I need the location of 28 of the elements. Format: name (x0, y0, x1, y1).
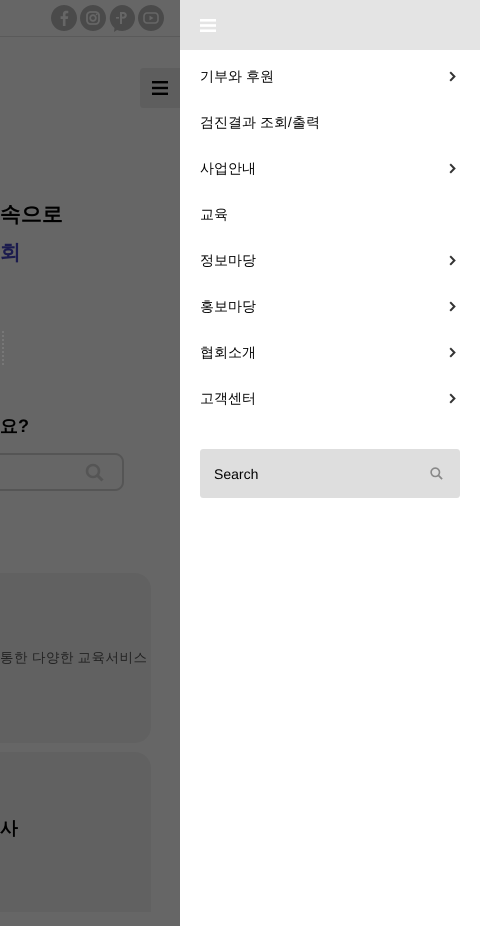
menu-item[interactable]: 홍보마당 (180, 283, 480, 329)
chevron-right-icon (449, 346, 456, 358)
chevron-right-icon (449, 300, 456, 312)
menu-item[interactable]: 교육 (180, 191, 480, 237)
card-text: 통한 다양한 교육서비스 (0, 648, 148, 667)
menu-item[interactable]: 협회소개 (180, 329, 480, 375)
search-field[interactable]: Search (200, 449, 460, 498)
menu-item[interactable]: 사업안내 (180, 145, 480, 191)
instagram-icon[interactable] (80, 5, 106, 31)
menu-icon[interactable] (200, 18, 216, 32)
menu-item[interactable]: 정보마당 (180, 237, 480, 283)
heading-text: 회 (0, 242, 21, 262)
heading-text: 속으로 (0, 204, 63, 224)
chevron-right-icon (449, 70, 456, 82)
card-title: 사 (0, 816, 18, 840)
menu-item[interactable]: 기부와 후원 (180, 53, 480, 99)
question-text: 요? (0, 417, 29, 435)
play-icon[interactable] (138, 5, 164, 31)
menu-button[interactable] (140, 68, 180, 108)
speech-bubble-icon[interactable] (109, 4, 135, 32)
menu-item[interactable]: 검진결과 조회/출력 (180, 99, 480, 145)
chevron-right-icon (449, 392, 456, 404)
chevron-right-icon (449, 162, 456, 174)
menu-item[interactable]: 고객센터 (180, 375, 480, 421)
facebook-icon[interactable] (51, 5, 77, 31)
menu-icon (152, 81, 168, 95)
chevron-right-icon (449, 254, 456, 266)
search-icon[interactable] (430, 467, 443, 480)
